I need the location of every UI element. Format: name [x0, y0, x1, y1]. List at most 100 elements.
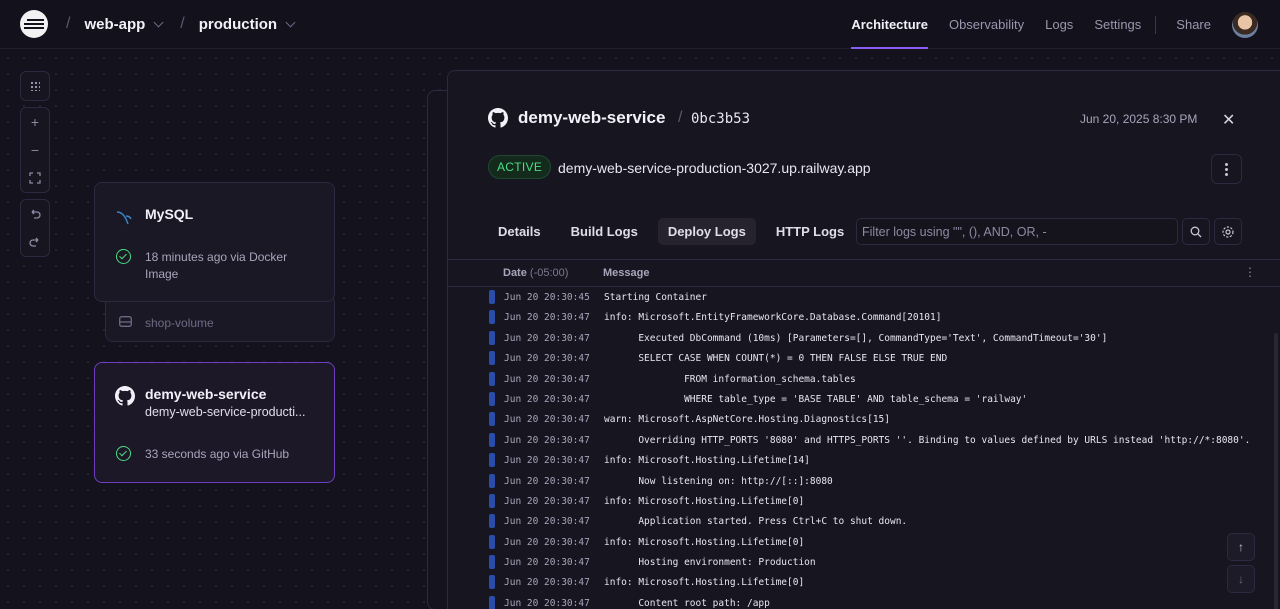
log-row[interactable]: Jun 20 20:30:47 Executed DbCommand (10ms…	[448, 328, 1280, 348]
service-name[interactable]: demy-web-service	[518, 108, 665, 128]
log-row[interactable]: Jun 20 20:30:47 info: Microsoft.Hosting.L…	[448, 572, 1280, 592]
log-message: info: Microsoft.Hosting.Lifetime[0]	[604, 536, 805, 548]
redo-icon[interactable]	[21, 228, 49, 256]
github-icon	[115, 386, 135, 406]
log-message: Now listening on: http://[::]:8080	[604, 475, 833, 487]
fit-view-icon[interactable]	[21, 164, 49, 192]
log-message: info: Microsoft.Hosting.Lifetime[0]	[604, 495, 805, 507]
scroll-to-top-icon[interactable]: ↑	[1227, 533, 1255, 561]
nav-divider	[1155, 15, 1157, 34]
log-row[interactable]: Jun 20 20:30:47 WHERE table_type = 'BASE…	[448, 389, 1280, 409]
project-name[interactable]: web-app	[84, 16, 145, 33]
log-row[interactable]: Jun 20 20:30:47 Hosting environment: Pro…	[448, 552, 1280, 572]
undo-icon[interactable]	[21, 200, 49, 228]
log-timestamp: Jun 20 20:30:47	[504, 393, 590, 405]
log-message: FROM information_schema.tables	[604, 373, 856, 385]
deployment-url[interactable]: demy-web-service-production-3027.up.rail…	[558, 160, 871, 176]
avatar[interactable]	[1232, 11, 1258, 38]
top-nav: Architecture Observability Logs Settings…	[851, 0, 1280, 49]
close-icon[interactable]: ✕	[1222, 110, 1235, 130]
railway-logo-icon[interactable]	[20, 10, 48, 38]
environment-name[interactable]: production	[199, 16, 277, 33]
deploy-status: 33 seconds ago via GitHub	[145, 447, 290, 461]
log-timestamp: Jun 20 20:30:47	[504, 414, 590, 426]
log-timestamp: Jun 20 20:30:47	[504, 475, 590, 487]
tab-build-logs[interactable]: Build Logs	[561, 218, 648, 245]
log-row[interactable]: Jun 20 20:30:47 info: Microsoft.Hosting.L…	[448, 450, 1280, 470]
volume-card[interactable]	[105, 295, 335, 342]
log-level-bar	[489, 595, 495, 609]
zoom-out-icon[interactable]: −	[21, 136, 49, 164]
nav-architecture[interactable]: Architecture	[851, 0, 928, 49]
timezone-label: (-05:00)	[529, 267, 569, 279]
zoom-in-icon[interactable]: +	[21, 108, 49, 136]
log-filter-input[interactable]	[856, 218, 1178, 245]
share-button[interactable]: Share	[1176, 0, 1211, 49]
log-table-header: Date (-05:00) Message ⋮	[448, 259, 1280, 287]
log-row[interactable]: Jun 20 20:30:47 info: Microsoft.Hosting.L…	[448, 491, 1280, 511]
log-level-bar	[489, 310, 495, 325]
success-check-icon	[116, 446, 131, 461]
log-message: info: Microsoft.Hosting.Lifetime[14]	[604, 455, 810, 467]
card-title: MySQL	[145, 206, 194, 222]
grid-icon[interactable]	[21, 72, 49, 100]
date-column-header[interactable]: Date (-05:00)	[503, 267, 568, 279]
log-row[interactable]: Jun 20 20:30:47 SELECT CASE WHEN COUNT(*…	[448, 348, 1280, 368]
log-list: Jun 20 20:30:45 Starting Container Jun 20 …	[448, 287, 1280, 609]
log-row[interactable]: Jun 20 20:30:47 Application started. Pre…	[448, 511, 1280, 531]
tab-http-logs[interactable]: HTTP Logs	[766, 218, 854, 245]
chevron-down-icon[interactable]	[153, 17, 164, 27]
log-level-bar	[489, 290, 495, 304]
scroll-to-bottom-icon[interactable]: ↓	[1227, 565, 1255, 593]
top-bar: / web-app / production Architecture Obse…	[0, 0, 1280, 49]
nav-settings[interactable]: Settings	[1094, 0, 1141, 49]
log-level-bar	[489, 555, 495, 570]
log-message: info: Microsoft.EntityFrameworkCore.Data…	[604, 312, 942, 324]
log-timestamp: Jun 20 20:30:47	[504, 516, 590, 528]
log-scrollbar[interactable]	[1274, 333, 1278, 609]
log-timestamp: Jun 20 20:30:47	[504, 557, 590, 569]
hard-drive-icon	[119, 316, 132, 327]
log-level-bar	[489, 391, 495, 406]
log-row[interactable]: Jun 20 20:30:47 warn: Microsoft.AspNetCor…	[448, 409, 1280, 429]
log-tabs: Details Build Logs Deploy Logs HTTP Logs	[488, 218, 854, 245]
volume-name: shop-volume	[145, 316, 214, 330]
log-row[interactable]: Jun 20 20:30:47 FROM information_schema.…	[448, 369, 1280, 389]
nav-observability[interactable]: Observability	[949, 0, 1024, 49]
gear-icon[interactable]	[1214, 218, 1242, 245]
log-message: Starting Container	[604, 292, 707, 303]
log-timestamp: Jun 20 20:30:47	[504, 597, 590, 609]
log-level-bar	[489, 514, 495, 529]
log-row[interactable]: Jun 20 20:30:47 info: Microsoft.EntityFra…	[448, 307, 1280, 327]
log-level-bar	[489, 473, 495, 488]
chevron-down-icon[interactable]	[285, 17, 296, 27]
log-message: warn: Microsoft.AspNetCore.Hosting.Diagn…	[604, 414, 890, 426]
mysql-icon	[116, 211, 132, 225]
web-service-card[interactable]: demy-web-service demy-web-service-produc…	[94, 362, 335, 483]
column-menu-icon[interactable]: ⋮	[1244, 265, 1256, 279]
mysql-card[interactable]: MySQL 18 minutes ago via Docker Image	[94, 182, 335, 302]
log-level-bar	[489, 371, 495, 386]
log-level-bar	[489, 432, 495, 447]
nav-logs[interactable]: Logs	[1045, 0, 1073, 49]
search-icon[interactable]	[1182, 218, 1210, 245]
log-message: Executed DbCommand (10ms) [Parameters=[]…	[604, 332, 1108, 344]
log-message: info: Microsoft.Hosting.Lifetime[0]	[604, 577, 805, 589]
breadcrumb-separator: /	[180, 15, 185, 32]
tab-details[interactable]: Details	[488, 218, 551, 245]
log-row[interactable]: Jun 20 20:30:47 Overriding HTTP_PORTS '8…	[448, 430, 1280, 450]
log-message: Application started. Press Ctrl+C to shu…	[604, 516, 908, 528]
log-level-bar	[489, 412, 495, 427]
log-timestamp: Jun 20 20:30:47	[504, 536, 590, 548]
log-row[interactable]: Jun 20 20:30:45 Starting Container	[448, 287, 1280, 307]
message-column-header: Message	[603, 267, 650, 279]
log-row[interactable]: Jun 20 20:30:47 Content root path: /app	[448, 593, 1280, 609]
log-row[interactable]: Jun 20 20:30:47 info: Microsoft.Hosting.L…	[448, 532, 1280, 552]
commit-hash[interactable]: 0bc3b53	[691, 111, 750, 127]
log-row[interactable]: Jun 20 20:30:47 Now listening on: http:/…	[448, 471, 1280, 491]
breadcrumb-separator: /	[66, 15, 71, 32]
tab-deploy-logs[interactable]: Deploy Logs	[657, 218, 756, 245]
status-badge: ACTIVE	[488, 155, 552, 179]
history-controls	[20, 199, 50, 257]
more-options-icon[interactable]	[1211, 154, 1242, 184]
